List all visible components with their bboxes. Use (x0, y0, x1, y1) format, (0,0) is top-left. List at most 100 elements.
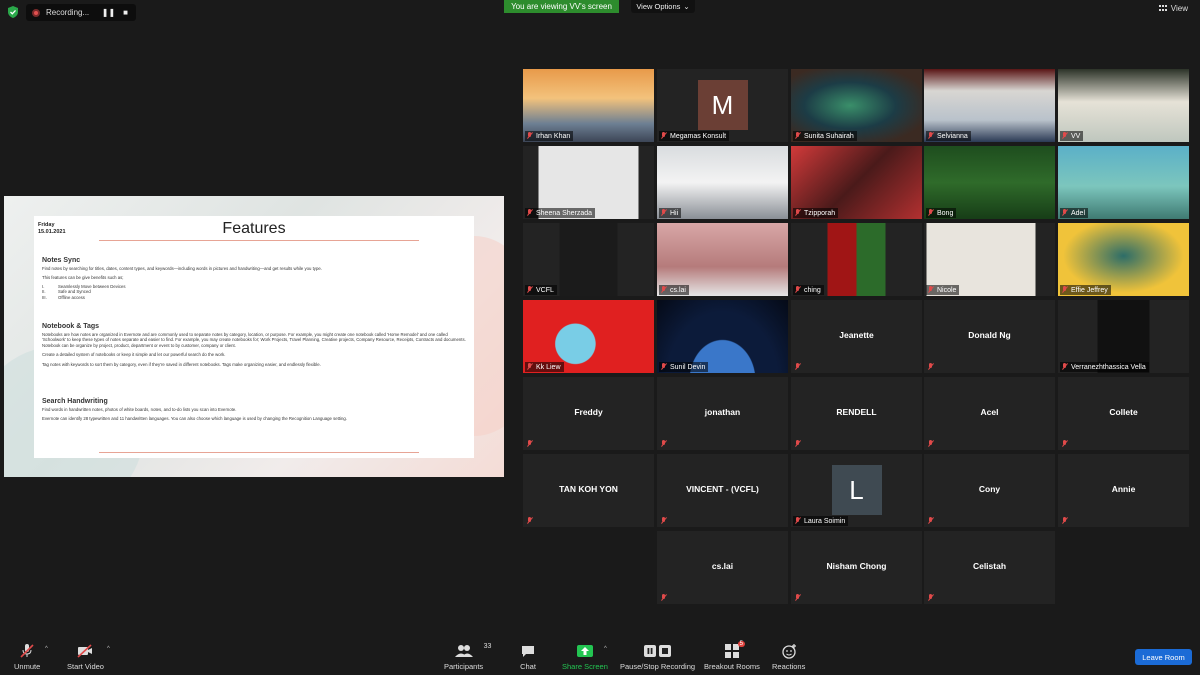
participant-label: Sheena Sherzada (525, 208, 596, 218)
participant-tile[interactable]: Hii (657, 146, 788, 219)
participant-tile[interactable]: Sunil Devin (657, 300, 788, 373)
section-heading: Notes Sync (42, 257, 81, 264)
participant-tile[interactable]: Nisham Chong (791, 531, 922, 604)
participant-name: Verranezhthassica Vella (1071, 363, 1146, 371)
participant-tile[interactable]: Tzipporah (791, 146, 922, 219)
share-screen-button[interactable]: Share Screen (562, 643, 608, 671)
pause-stop-icon (643, 643, 673, 659)
reactions-icon (781, 643, 797, 659)
participant-tile[interactable]: Effie Jeffrey (1058, 223, 1189, 296)
muted-microphone-icon (1061, 363, 1068, 371)
mute-indicator (659, 439, 670, 449)
participant-name: Laura Soimin (804, 517, 846, 525)
participant-label: Sunita Suhairah (793, 131, 857, 141)
encryption-shield-icon[interactable] (6, 5, 20, 19)
mute-indicator (1060, 439, 1071, 449)
muted-microphone-icon (794, 440, 801, 448)
participant-name: cs.lai (670, 286, 686, 294)
breakout-rooms-button[interactable]: 5 Breakout Rooms (704, 641, 760, 671)
participant-tile[interactable]: Sheena Sherzada (523, 146, 654, 219)
participant-name: Nicole (937, 286, 957, 294)
muted-microphone-icon (927, 594, 934, 602)
muted-microphone-icon (526, 440, 533, 448)
audio-options-caret-icon[interactable]: ^ (45, 646, 48, 652)
muted-microphone-icon (660, 440, 667, 448)
participant-tile[interactable]: Cony (924, 454, 1055, 527)
video-options-caret-icon[interactable]: ^ (107, 646, 110, 652)
stop-recording-icon[interactable]: ■ (123, 8, 128, 17)
muted-microphone-icon (1061, 517, 1068, 525)
participant-tile[interactable]: Celistah (924, 531, 1055, 604)
muted-microphone-icon (660, 132, 667, 140)
participant-tile[interactable]: Bong (924, 146, 1055, 219)
participant-tile[interactable]: Acel (924, 377, 1055, 450)
participant-tile[interactable]: Freddy (523, 377, 654, 450)
recording-dot-icon (32, 8, 40, 17)
breakout-rooms-label: Breakout Rooms (704, 662, 760, 671)
mute-indicator (793, 362, 804, 372)
participant-label: Bong (926, 208, 957, 218)
participant-tile[interactable]: VCFL (523, 223, 654, 296)
participant-tile[interactable]: RENDELL (791, 377, 922, 450)
mute-indicator (793, 593, 804, 603)
muted-microphone-icon (660, 594, 667, 602)
participant-tile[interactable]: Verranezhthassica Vella (1058, 300, 1189, 373)
participant-name: Effie Jeffrey (1071, 286, 1108, 294)
participant-tile[interactable]: Irhan Khan (523, 69, 654, 142)
benefits-list: I. Seamlessly Move between Devices II. Saf… (42, 284, 466, 301)
participant-label: VCFL (525, 285, 557, 295)
participant-name: Sunita Suhairah (804, 132, 854, 140)
share-options-caret-icon[interactable]: ^ (604, 646, 607, 652)
muted-microphone-icon (526, 517, 533, 525)
view-label: View (1170, 4, 1188, 13)
participant-tile[interactable]: Selvianna (924, 69, 1055, 142)
participant-tile[interactable]: M Megamas Konsult (657, 69, 788, 142)
participant-tile[interactable]: jonathan (657, 377, 788, 450)
participant-tile[interactable]: cs.lai (657, 223, 788, 296)
view-button[interactable]: View (1158, 4, 1188, 13)
participant-tile[interactable]: Annie (1058, 454, 1189, 527)
view-options-dropdown[interactable]: View Options ⌄ (631, 0, 695, 13)
slide-page: Friday 15.01.2021 Features Notes Sync Fi… (34, 216, 474, 458)
bottom-divider (99, 452, 419, 453)
pause-recording-icon[interactable]: ❚❚ (102, 8, 115, 17)
participant-tile[interactable]: ching (791, 223, 922, 296)
participant-tile[interactable]: TAN KOH YON (523, 454, 654, 527)
section-paragraph: This features can be give benefits such … (42, 275, 124, 281)
pause-stop-recording-button[interactable]: Pause/Stop Recording (620, 643, 695, 671)
participant-tile[interactable]: Sunita Suhairah (791, 69, 922, 142)
participant-name: VCFL (536, 286, 554, 294)
participant-tile[interactable]: L Laura Soimin (791, 454, 922, 527)
participant-tile[interactable]: Jeanette (791, 300, 922, 373)
participant-tile[interactable]: Donald Ng (924, 300, 1055, 373)
participant-label: Megamas Konsult (659, 131, 730, 141)
chat-button[interactable]: Chat (520, 643, 536, 671)
participant-tile[interactable]: cs.lai (657, 531, 788, 604)
list-number: III. (42, 294, 47, 300)
participant-label: Hii (659, 208, 682, 218)
avatar: M (697, 80, 748, 130)
participant-tile[interactable]: VV (1058, 69, 1189, 142)
participant-label: cs.lai (659, 285, 689, 295)
participant-label: Adel (1060, 208, 1089, 218)
start-video-button[interactable]: Start Video (67, 643, 104, 671)
muted-microphone-icon (794, 517, 801, 525)
participant-tile[interactable]: Collete (1058, 377, 1189, 450)
participant-tile[interactable]: Kk Liew (523, 300, 654, 373)
participant-label: Nicole (926, 285, 960, 295)
participant-tile[interactable]: Nicole (924, 223, 1055, 296)
participant-name: Freddy (574, 407, 603, 417)
participants-button[interactable]: 33 Participants (444, 643, 491, 671)
participant-tile[interactable]: VINCENT - (VCFL) (657, 454, 788, 527)
muted-microphone-icon (1061, 286, 1068, 294)
reactions-button[interactable]: Reactions (772, 643, 805, 671)
participant-name: Collete (1109, 407, 1138, 417)
participant-name: Adel (1071, 209, 1086, 217)
unmute-button[interactable]: Unmute (14, 643, 40, 671)
section-heading: Search Handwriting (42, 398, 108, 405)
leave-room-button[interactable]: Leave Room (1135, 649, 1192, 665)
reactions-label: Reactions (772, 662, 806, 671)
participant-tile[interactable]: Adel (1058, 146, 1189, 219)
muted-microphone-icon (927, 363, 934, 371)
participant-label: Effie Jeffrey (1060, 285, 1111, 295)
